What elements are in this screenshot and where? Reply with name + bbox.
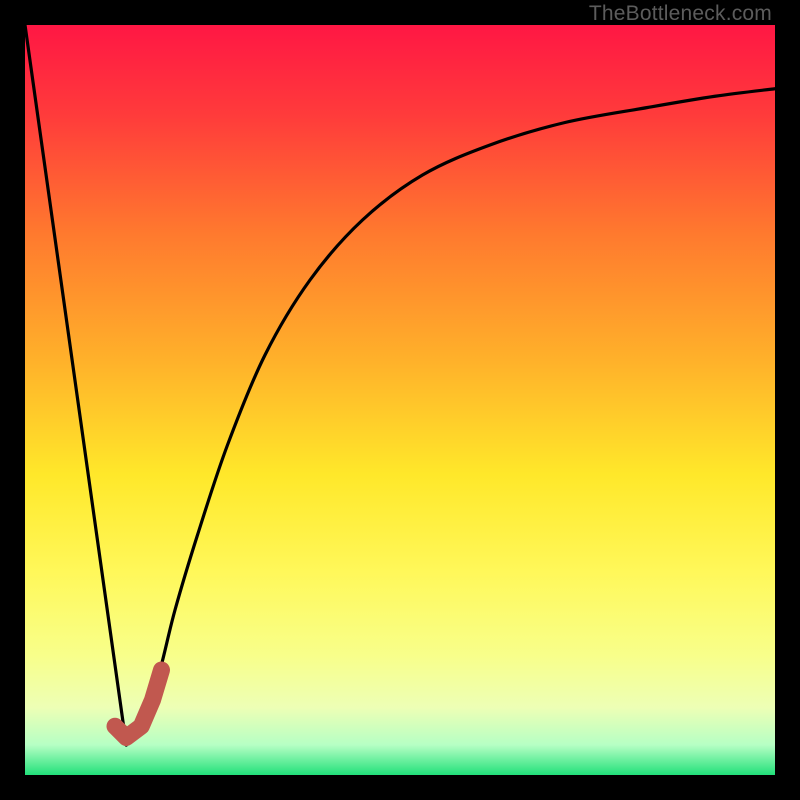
plot-area xyxy=(25,25,775,775)
curve-left-branch xyxy=(25,25,126,745)
curve-layer xyxy=(25,25,775,775)
watermark-text: TheBottleneck.com xyxy=(589,2,772,26)
chart-frame: TheBottleneck.com xyxy=(0,0,800,800)
curve-right-branch xyxy=(126,89,775,745)
